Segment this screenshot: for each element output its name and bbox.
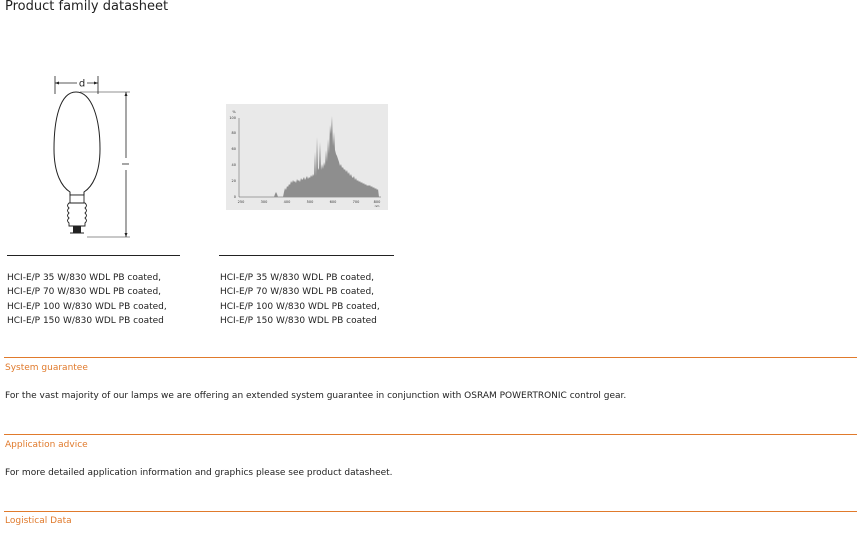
spectrum-y-tick: 40 — [232, 163, 236, 167]
section-divider — [4, 434, 857, 435]
spectrum-x-tick: 700 — [353, 200, 360, 204]
caption-line: HCI-E/P 70 W/830 WDL PB coated, — [220, 287, 375, 298]
caption-line: HCI-E/P 150 W/830 WDL PB coated — [220, 315, 377, 326]
section-heading-system-guarantee: System guarantee — [5, 363, 88, 373]
section-text-system-guarantee: For the vast majority of our lamps we ar… — [5, 391, 627, 401]
spectral-distribution-chart: % 100 80 60 40 20 0 250 300 400 500 600 … — [226, 104, 388, 210]
caption-line: HCI-E/P 100 W/830 WDL PB coated, — [220, 301, 380, 312]
spectrum-x-tick: 600 — [330, 200, 337, 204]
spectrum-figure-rule — [219, 255, 394, 256]
dimension-l-arrow-top — [124, 92, 128, 96]
spectrum-y-tick: 60 — [232, 147, 236, 151]
caption-line: HCI-E/P 100 W/830 WDL PB coated, — [7, 301, 167, 312]
section-heading-application-advice: Application advice — [5, 440, 88, 450]
spectrum-x-tick: 400 — [284, 200, 291, 204]
spectrum-y-tick: 100 — [229, 116, 236, 120]
spectrum-figure-caption: HCI-E/P 35 W/830 WDL PB coated, HCI-E/P … — [220, 271, 380, 328]
spectrum-y-tick: 80 — [232, 131, 236, 135]
dimension-l-arrow-bottom — [124, 233, 128, 237]
caption-line: HCI-E/P 35 W/830 WDL PB coated, — [7, 273, 162, 283]
spectrum-x-tick: 500 — [307, 200, 314, 204]
caption-line: HCI-E/P 70 W/830 WDL PB coated, — [7, 287, 162, 298]
section-text-application-advice: For more detailed application informatio… — [5, 468, 393, 478]
page-title: Product family datasheet — [5, 0, 169, 14]
dimension-d-label: d — [79, 79, 85, 90]
lamp-dimension-drawing: d l — [53, 76, 132, 238]
dimension-l-label: l — [122, 163, 132, 166]
spectrum-y-tick: 20 — [232, 179, 236, 183]
lamp-contact — [73, 226, 81, 233]
spectrum-x-tick: 300 — [261, 200, 268, 204]
caption-line: HCI-E/P 150 W/830 WDL PB coated — [7, 315, 164, 326]
section-divider — [4, 357, 857, 358]
lamp-figure-caption: HCI-E/P 35 W/830 WDL PB coated, HCI-E/P … — [7, 271, 167, 328]
spectrum-x-unit: nm — [375, 204, 380, 208]
spectrum-y-tick: 0 — [234, 195, 236, 199]
lamp-bulb — [53, 91, 101, 196]
lamp-base — [69, 194, 85, 204]
section-divider — [4, 511, 857, 512]
lamp-figure-rule — [7, 255, 180, 256]
section-heading-logistical-data: Logistical Data — [5, 516, 72, 526]
caption-line: HCI-E/P 35 W/830 WDL PB coated, — [220, 273, 375, 283]
dimension-d-arrow-left — [55, 81, 59, 85]
dimension-d-arrow-right — [94, 81, 98, 85]
spectrum-x-tick: 250 — [238, 200, 245, 204]
